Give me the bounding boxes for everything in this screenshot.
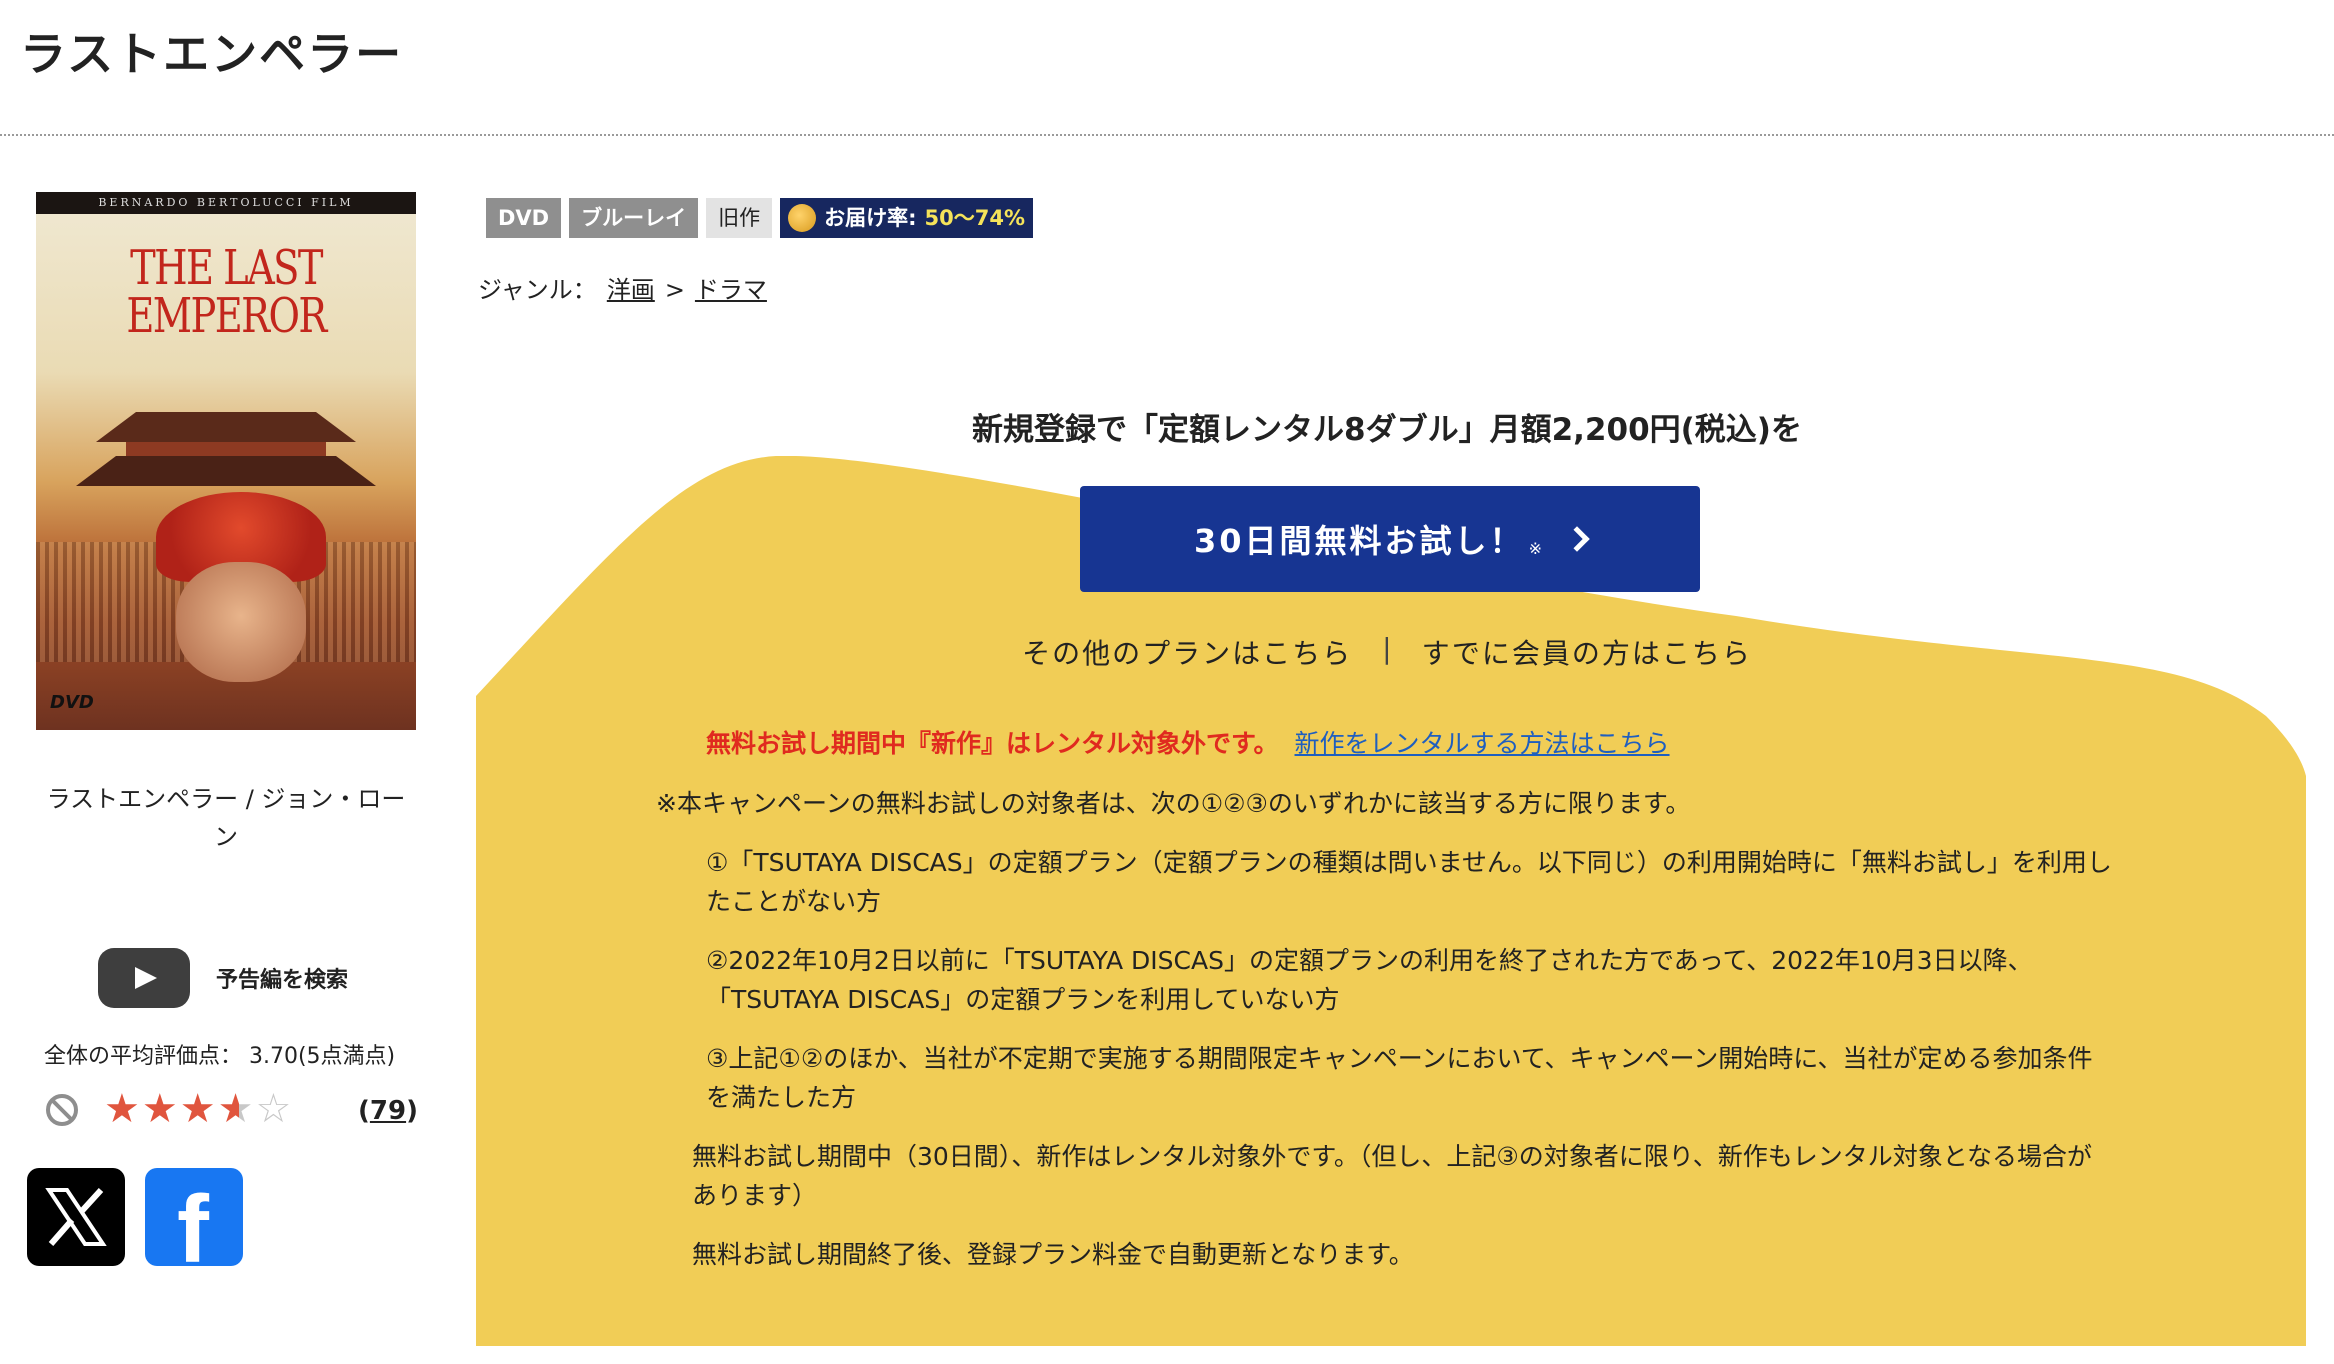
rating-stars: ★ ★ ★ ★ ☆: [104, 1086, 291, 1132]
member-login-link[interactable]: すでに会員の方はこちら: [1422, 632, 1752, 672]
genre-separator: >: [664, 276, 685, 304]
rent-new-release-link[interactable]: 新作をレンタルする方法はこちら: [1295, 724, 1670, 760]
new-release-notice: 無料お試し期間中『新作』はレンタル対象外です。 新作をレンタルする方法はこちら: [706, 724, 1670, 760]
plan-links-separator: |: [1382, 632, 1392, 665]
delivery-rate-label: お届け率:: [824, 206, 917, 230]
plan-links: その他のプランはこちら | すでに会員の方はこちら: [476, 632, 2298, 672]
poster-title-line1: THE LAST: [130, 240, 323, 296]
average-rating-text: 全体の平均評価点： 3.70(5点満点): [44, 1044, 396, 1069]
x-logo-icon: [45, 1187, 107, 1246]
free-trial-button[interactable]: 30日間無料お試し！ ※: [1080, 486, 1700, 592]
terms-note-2: 無料お試し期間終了後、登録プラン料金で自動更新となります。: [692, 1240, 1414, 1269]
star-filled-icon: ★: [179, 1086, 216, 1132]
poster-temple-art: [76, 412, 376, 502]
star-filled-icon: ★: [104, 1086, 140, 1132]
genre-breadcrumb: ジャンル： 洋画 > ドラマ: [478, 270, 767, 305]
trailer-search-link[interactable]: 予告編を検索: [98, 948, 348, 1008]
product-poster-image[interactable]: BERNARDO BERTOLUCCI FILM THE LAST EMPERO…: [36, 192, 416, 730]
review-count-link[interactable]: (79): [358, 1096, 418, 1126]
product-caption: ラストエンペラー / ジョン・ローン: [46, 785, 406, 851]
facebook-logo-icon: f: [177, 1176, 209, 1267]
tag-old-release: 旧作: [706, 198, 773, 238]
star-partial-icon: ★: [217, 1086, 254, 1132]
review-count[interactable]: 79: [370, 1096, 406, 1126]
other-plans-link[interactable]: その他のプランはこちら: [1022, 632, 1352, 672]
page-title: ラストエンペラー: [20, 27, 404, 81]
no-entry-icon[interactable]: [46, 1094, 78, 1126]
poster-face-art: [176, 562, 306, 682]
terms-item-2: ②2022年10月2日以前に「TSUTAYA DISCAS」の定額プランの利用を…: [706, 946, 2033, 1014]
promo-headline: 新規登録で「定額レンタル8ダブル」月額2,200円(税込)を: [972, 412, 1802, 448]
terms-item-3: ③上記①②のほか、当社が不定期で実施する期間限定キャンペーンにおいて、キャンペー…: [706, 1044, 2093, 1112]
delivery-rate-value: 50〜74%: [924, 206, 1026, 230]
product-tags: DVD ブルーレイ 旧作 お届け率: 50〜74%: [486, 198, 1034, 238]
genre-link-foreign-film[interactable]: 洋画: [607, 270, 655, 305]
new-release-warning: 無料お試し期間中『新作』はレンタル対象外です。: [706, 729, 1279, 758]
campaign-terms: ※本キャンペーンの無料お試しの対象者は、次の①②③のいずれかに該当する方に限りま…: [656, 784, 2116, 1294]
tag-delivery-rate: お届け率: 50〜74%: [780, 198, 1034, 238]
tag-bluray: ブルーレイ: [569, 198, 699, 238]
genre-link-drama[interactable]: ドラマ: [695, 270, 767, 305]
x-share-button[interactable]: [27, 1168, 125, 1266]
facebook-share-button[interactable]: f: [145, 1168, 243, 1266]
play-icon[interactable]: [98, 948, 190, 1008]
free-trial-label[interactable]: 30日間無料お試し！: [1194, 516, 1525, 562]
tag-dvd: DVD: [486, 198, 562, 238]
star-empty-icon: ☆: [255, 1086, 292, 1132]
terms-note-1: 無料お試し期間中（30日間）、新作はレンタル対象外です。（但し、上記③の対象者に…: [692, 1142, 2092, 1210]
delivery-rate-icon: [788, 204, 817, 232]
poster-credit: BERNARDO BERTOLUCCI FILM: [98, 196, 354, 209]
genre-label: ジャンル：: [478, 276, 597, 304]
terms-item-1: ①「TSUTAYA DISCAS」の定額プラン（定額プランの種類は問いません。以…: [706, 848, 2112, 916]
poster-title: THE LAST EMPEROR: [74, 244, 378, 340]
poster-title-line2: EMPEROR: [126, 288, 327, 344]
title-divider: [0, 134, 2334, 136]
free-trial-note-mark: ※: [1528, 538, 1542, 558]
trailer-search-label[interactable]: 予告編を検索: [216, 962, 348, 994]
star-filled-icon: ★: [141, 1086, 178, 1132]
poster-dvd-logo: DVD: [50, 692, 94, 713]
chevron-right-icon: [1564, 526, 1590, 552]
terms-intro: ※本キャンペーンの無料お試しの対象者は、次の①②③のいずれかに該当する方に限りま…: [656, 789, 1691, 818]
